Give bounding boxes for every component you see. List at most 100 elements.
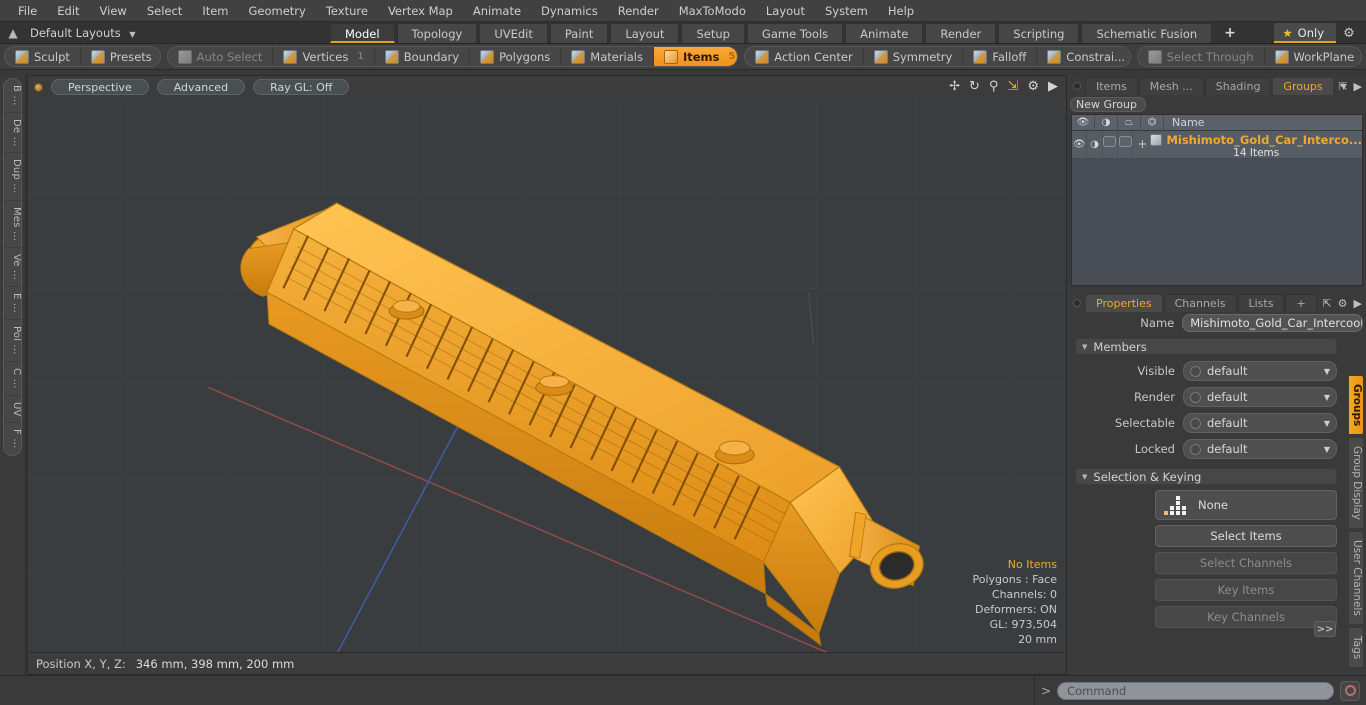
layout-tab-setup[interactable]: Setup [681, 23, 745, 43]
gear-icon[interactable]: ⚙ [1338, 297, 1348, 310]
panel-menu-icon[interactable] [1073, 82, 1081, 90]
toolbar-button-sculpt[interactable]: Sculpt [5, 47, 81, 66]
row-render-icon[interactable]: ◑ [1087, 130, 1103, 159]
menu-item-item[interactable]: Item [192, 0, 238, 22]
menu-item-vertex-map[interactable]: Vertex Map [378, 0, 463, 22]
expand-icon[interactable]: ⇱ [1322, 297, 1331, 310]
left-tool-tab-0[interactable]: B ... [4, 79, 21, 113]
menu-item-animate[interactable]: Animate [463, 0, 531, 22]
viewport-menu-icon[interactable] [34, 82, 43, 92]
toolbar-button-falloff[interactable]: Falloff [963, 47, 1038, 66]
side-tab-tags[interactable]: Tags [1348, 627, 1364, 669]
expand-icon[interactable]: ⇱ [1338, 80, 1347, 93]
selection-section-header[interactable]: ▼ Selection & Keying [1075, 468, 1337, 485]
menu-item-maxtomodo[interactable]: MaxToModo [669, 0, 756, 22]
field-dropdown-visible[interactable]: default ▼ [1183, 361, 1337, 381]
gear-icon[interactable]: ⚙ [1027, 79, 1039, 94]
left-tool-tab-6[interactable]: Pol ... [4, 320, 21, 362]
menu-item-texture[interactable]: Texture [316, 0, 378, 22]
button-select-items[interactable]: Select Items [1155, 525, 1337, 547]
menu-item-file[interactable]: File [8, 0, 47, 22]
left-tool-tab-7[interactable]: C ... [4, 362, 21, 396]
toolbar-button-workplane[interactable]: WorkPlane [1265, 47, 1362, 66]
left-tool-tab-5[interactable]: E ... [4, 287, 21, 321]
wire-icon[interactable]: ⏢ [1118, 114, 1141, 131]
toolbar-button-symmetry[interactable]: Symmetry [864, 47, 964, 66]
rotate-icon[interactable]: ↻ [969, 79, 980, 94]
layout-tab-model[interactable]: Model [330, 23, 395, 43]
toolbar-button-auto-select[interactable]: Auto Select [168, 47, 274, 66]
properties-tab-channels[interactable]: Channels [1163, 294, 1237, 312]
viewport-shading-button[interactable]: Advanced [156, 79, 246, 95]
table-row[interactable]: 👁 ◑ + Mishimoto_Gold_Car_Interco... 14 I… [1072, 130, 1362, 159]
layout-selector[interactable]: Default Layouts ▼ [26, 26, 136, 40]
menu-item-geometry[interactable]: Geometry [239, 0, 316, 22]
menu-item-render[interactable]: Render [608, 0, 669, 22]
layout-tab-schematic-fusion[interactable]: Schematic Fusion [1081, 23, 1213, 43]
left-tool-tab-8[interactable]: UV [4, 396, 21, 424]
panel-tab-mesh[interactable]: Mesh ... [1138, 77, 1204, 95]
field-dropdown-selectable[interactable]: default ▼ [1183, 413, 1337, 433]
menu-item-view[interactable]: View [90, 0, 137, 22]
properties-menu-icon[interactable] [1073, 299, 1081, 307]
command-input[interactable]: Command [1057, 681, 1334, 700]
toolbar-button-select-through[interactable]: Select Through [1138, 47, 1265, 66]
row-wire-toggle[interactable] [1103, 130, 1119, 159]
viewport-raygl-button[interactable]: Ray GL: Off [253, 79, 350, 95]
eye-icon[interactable]: 👁 [1072, 114, 1095, 131]
toolbar-button-boundary[interactable]: Boundary [375, 47, 471, 66]
record-icon[interactable] [1340, 680, 1360, 701]
panel-divider[interactable] [1067, 286, 1366, 290]
toolbar-button-materials[interactable]: Materials [561, 47, 654, 66]
menu-item-layout[interactable]: Layout [756, 0, 815, 22]
side-tab-user-channels[interactable]: User Channels [1348, 531, 1364, 626]
left-tool-tab-4[interactable]: Ve ... [4, 248, 21, 288]
shade-icon[interactable]: ⏣ [1141, 114, 1164, 131]
chevron-right-icon[interactable]: ▶ [1354, 297, 1362, 310]
menu-item-help[interactable]: Help [878, 0, 924, 22]
move-icon[interactable]: ✢ [949, 79, 960, 94]
left-tool-tab-1[interactable]: De ... [4, 113, 21, 154]
members-section-header[interactable]: ▼ Members [1075, 338, 1337, 355]
layout-tab-uvedit[interactable]: UVEdit [479, 23, 548, 43]
only-toggle[interactable]: ★ Only [1274, 23, 1336, 43]
properties-tab-properties[interactable]: Properties [1085, 294, 1163, 312]
add-layout-tab-button[interactable]: + [1214, 25, 1246, 41]
toolbar-button-presets[interactable]: Presets [81, 47, 160, 66]
chevron-right-icon[interactable]: ▶ [1048, 79, 1058, 94]
layout-tab-animate[interactable]: Animate [845, 23, 924, 43]
toolbar-button-action-center[interactable]: Action Center [745, 47, 864, 66]
left-tool-tab-2[interactable]: Dup ... [4, 153, 21, 201]
gear-icon[interactable]: ⚙ [1336, 26, 1362, 41]
selection-value-button[interactable]: None [1155, 490, 1337, 520]
viewport-projection-button[interactable]: Perspective [51, 79, 149, 95]
group-row-name-cell[interactable]: + Mishimoto_Gold_Car_Interco... 14 Items [1133, 130, 1362, 159]
panel-tab-shading[interactable]: Shading [1204, 77, 1272, 95]
properties-tab-[interactable]: + [1285, 294, 1317, 312]
chevron-right-icon[interactable]: ▶ [1354, 80, 1362, 93]
collapse-up-icon[interactable]: ▲ [0, 26, 26, 40]
fit-icon[interactable]: ⇲ [1007, 79, 1018, 94]
field-dropdown-render[interactable]: default ▼ [1183, 387, 1337, 407]
field-dropdown-locked[interactable]: default ▼ [1183, 439, 1337, 459]
viewport-3d[interactable]: Perspective Advanced Ray GL: Off ✢ ↻ ⚲ ⇲… [27, 75, 1067, 675]
group-name-input[interactable]: Mishimoto_Gold_Car_Intercooler_Tu [1182, 314, 1363, 332]
side-tab-group-display[interactable]: Group Display [1348, 437, 1364, 530]
left-tool-tab-9[interactable]: F ... [4, 423, 21, 454]
toolbar-button-constrai[interactable]: Constrai... [1037, 47, 1129, 66]
panel-tab-items[interactable]: Items [1085, 77, 1138, 95]
menu-item-system[interactable]: System [815, 0, 878, 22]
layout-tab-render[interactable]: Render [925, 23, 997, 43]
row-eye-icon[interactable]: 👁 [1072, 130, 1088, 159]
toolbar-button-polygons[interactable]: Polygons [470, 47, 562, 66]
side-tab-groups[interactable]: Groups [1348, 375, 1364, 436]
layout-tab-paint[interactable]: Paint [549, 23, 609, 43]
layout-tab-topology[interactable]: Topology [396, 23, 478, 43]
zoom-icon[interactable]: ⚲ [989, 79, 999, 94]
viewport-canvas[interactable]: Y X Z No Items Polygons : Face Channels:… [29, 98, 1065, 673]
layout-tab-scripting[interactable]: Scripting [998, 23, 1080, 43]
new-group-button[interactable]: New Group [1070, 97, 1146, 112]
group-list[interactable]: 👁 ◑ ⏢ ⏣ Name 👁 ◑ + Mishimoto_Gold_Car_In… [1071, 114, 1363, 286]
more-options-button[interactable]: >> [1314, 621, 1336, 637]
menu-item-select[interactable]: Select [137, 0, 192, 22]
